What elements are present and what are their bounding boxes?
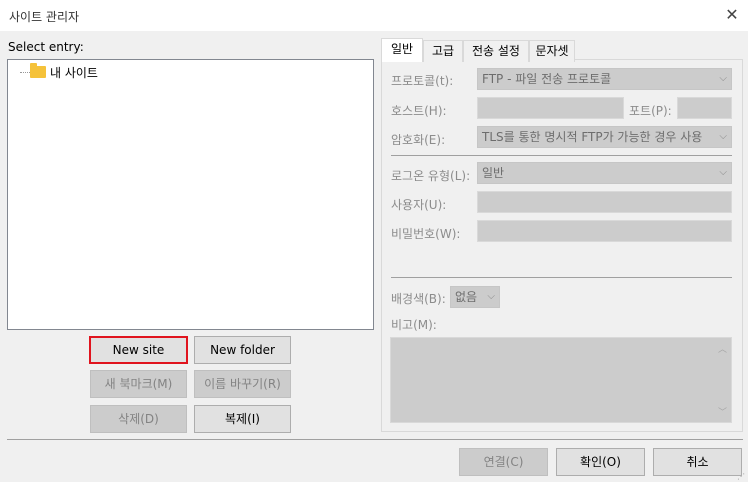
tree-item-my-sites[interactable]: 내 사이트 (50, 64, 98, 81)
select-entry-label: Select entry: (8, 40, 84, 54)
site-tree[interactable]: 내 사이트 (7, 59, 374, 330)
separator (391, 277, 732, 278)
footer-separator (7, 439, 743, 440)
tab-general[interactable]: 일반 (381, 38, 423, 62)
comment-label: 비고(M): (391, 318, 437, 332)
protocol-select[interactable]: FTP - 파일 전송 프로토콜 ⌵ (477, 68, 732, 90)
tab-advanced[interactable]: 고급 (423, 40, 463, 62)
chevron-down-icon: ⌵ (719, 131, 727, 142)
protocol-label: 프로토콜(t): (391, 74, 454, 88)
scroll-up-icon[interactable]: ︿ (718, 342, 727, 355)
background-color-value: 없음 (455, 290, 478, 304)
encryption-select[interactable]: TLS를 통한 명시적 FTP가 가능한 경우 사용 ⌵ (477, 126, 732, 148)
new-bookmark-button[interactable]: 새 북마크(M) (90, 370, 187, 398)
logon-type-value: 일반 (482, 166, 505, 180)
encryption-label: 암호화(E): (391, 133, 446, 147)
logon-type-select[interactable]: 일반 ⌵ (477, 162, 732, 184)
tree-connector (20, 72, 30, 73)
port-input[interactable] (677, 97, 732, 119)
user-label: 사용자(U): (391, 198, 447, 212)
logon-type-label: 로그온 유형(L): (391, 169, 471, 183)
scroll-down-icon[interactable]: ﹀ (718, 405, 727, 418)
host-label: 호스트(H): (391, 104, 447, 118)
connect-button[interactable]: 연결(C) (459, 448, 548, 476)
title-bar (0, 0, 748, 31)
comment-textarea[interactable]: ︿ ﹀ (390, 337, 732, 423)
duplicate-button[interactable]: 복제(I) (194, 405, 291, 433)
separator (391, 155, 732, 156)
encryption-value: TLS를 통한 명시적 FTP가 가능한 경우 사용 (482, 130, 703, 144)
cancel-button[interactable]: 취소 (653, 448, 742, 476)
new-site-button[interactable]: New site (89, 336, 188, 364)
chevron-down-icon: ⌵ (487, 291, 495, 302)
chevron-down-icon: ⌵ (719, 73, 727, 84)
background-color-label: 배경색(B): (391, 292, 446, 306)
user-input[interactable] (477, 191, 732, 213)
password-label: 비밀번호(W): (391, 227, 461, 241)
delete-button[interactable]: 삭제(D) (90, 405, 187, 433)
tab-charset[interactable]: 문자셋 (529, 40, 575, 62)
close-icon[interactable]: ✕ (722, 5, 742, 25)
tab-transfer-settings[interactable]: 전송 설정 (463, 40, 529, 62)
window-title: 사이트 관리자 (9, 10, 80, 24)
rename-button[interactable]: 이름 바꾸기(R) (194, 370, 291, 398)
password-input[interactable] (477, 220, 732, 242)
new-folder-button[interactable]: New folder (194, 336, 291, 364)
protocol-value: FTP - 파일 전송 프로토콜 (482, 72, 612, 86)
folder-icon (30, 63, 46, 78)
background-color-select[interactable]: 없음 ⌵ (450, 286, 500, 308)
ok-button[interactable]: 확인(O) (556, 448, 645, 476)
chevron-down-icon: ⌵ (719, 167, 727, 178)
resize-grip-icon[interactable]: ⋰ (737, 472, 747, 481)
host-input[interactable] (477, 97, 624, 119)
port-label: 포트(P): (629, 104, 672, 118)
